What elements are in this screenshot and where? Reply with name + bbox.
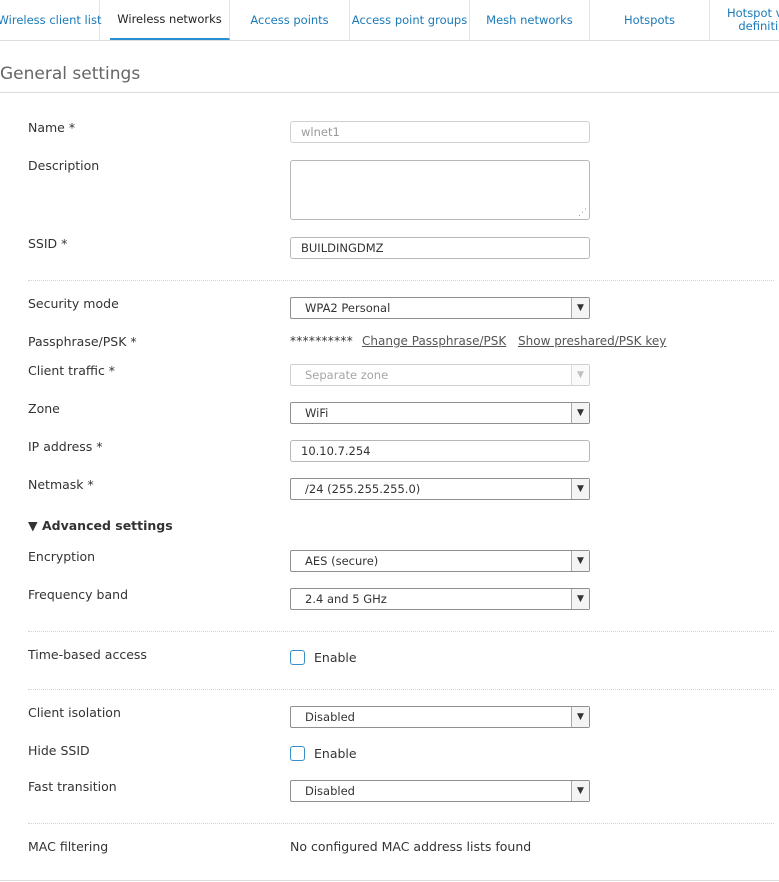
change-passphrase-link[interactable]: Change Passphrase/PSK [362, 334, 506, 348]
chevron-down-icon: ▼ [571, 365, 589, 385]
tab-hotspot-voucher-definitions[interactable]: Hotspot vo definiti [710, 0, 779, 40]
netmask-label: Netmask * [28, 477, 94, 492]
chevron-down-icon: ▼ [571, 551, 589, 571]
ip-address-label: IP address * [28, 439, 103, 454]
tab-mesh-networks[interactable]: Mesh networks [470, 0, 590, 40]
hide-ssid-enable-label[interactable]: Enable [314, 746, 357, 761]
chevron-down-icon: ▼ [571, 479, 589, 499]
bottom-divider [0, 880, 779, 881]
chevron-down-icon: ▼ [571, 403, 589, 423]
tab-wireless-networks[interactable]: Wireless networks [110, 0, 230, 40]
mac-filtering-label: MAC filtering [28, 839, 109, 854]
name-label: Name * [28, 120, 76, 135]
show-psk-link[interactable]: Show preshared/PSK key [518, 334, 666, 348]
time-based-access-label: Time-based access [28, 647, 147, 662]
chevron-down-icon: ▼ [571, 781, 589, 801]
description-label: Description [28, 158, 100, 173]
frequency-band-select[interactable]: 2.4 and 5 GHz ▼ [290, 588, 590, 610]
encryption-value: AES (secure) [305, 554, 379, 568]
client-traffic-value: Separate zone [305, 368, 389, 382]
ssid-input[interactable]: BUILDINGDMZ [290, 237, 590, 259]
zone-value: WiFi [305, 406, 329, 420]
ip-address-input[interactable]: 10.10.7.254 [290, 440, 590, 462]
time-based-access-checkbox[interactable] [290, 650, 305, 665]
client-isolation-label: Client isolation [28, 705, 121, 720]
name-input[interactable]: wlnet1 [290, 121, 590, 143]
client-traffic-label: Client traffic * [28, 363, 116, 378]
tab-bar: Wireless client list Wireless networks A… [0, 0, 779, 41]
description-textarea[interactable]: ⋰ [290, 160, 590, 220]
encryption-label: Encryption [28, 549, 96, 564]
advanced-settings-toggle[interactable]: ▼ Advanced settings [28, 518, 173, 533]
tab-access-point-groups[interactable]: Access point groups [350, 0, 470, 40]
client-traffic-select: Separate zone ▼ [290, 364, 590, 386]
passphrase-label: Passphrase/PSK * [28, 334, 137, 349]
divider [28, 689, 774, 690]
chevron-down-icon: ▼ [571, 589, 589, 609]
tab-access-points[interactable]: Access points [230, 0, 350, 40]
frequency-band-value: 2.4 and 5 GHz [305, 592, 387, 606]
ssid-label: SSID * [28, 236, 68, 251]
security-mode-select[interactable]: WPA2 Personal ▼ [290, 297, 590, 319]
frequency-band-label: Frequency band [28, 587, 128, 602]
resize-grip-icon[interactable]: ⋰ [578, 209, 587, 218]
tab-hotspots[interactable]: Hotspots [590, 0, 710, 40]
client-isolation-value: Disabled [305, 710, 355, 724]
zone-select[interactable]: WiFi ▼ [290, 402, 590, 424]
zone-label: Zone [28, 401, 60, 416]
tab-wireless-client-list[interactable]: Wireless client list [0, 0, 101, 40]
netmask-select[interactable]: /24 (255.255.255.0) ▼ [290, 478, 590, 500]
mac-filtering-value: No configured MAC address lists found [290, 839, 532, 854]
netmask-value: /24 (255.255.255.0) [305, 482, 421, 496]
divider [28, 631, 774, 632]
chevron-down-icon: ▼ [571, 298, 589, 318]
time-based-access-enable-label[interactable]: Enable [314, 650, 357, 665]
divider [28, 280, 774, 281]
security-mode-value: WPA2 Personal [305, 301, 391, 315]
client-isolation-select[interactable]: Disabled ▼ [290, 706, 590, 728]
hide-ssid-checkbox[interactable] [290, 746, 305, 761]
fast-transition-select[interactable]: Disabled ▼ [290, 780, 590, 802]
security-mode-label: Security mode [28, 296, 119, 311]
fast-transition-label: Fast transition [28, 779, 117, 794]
divider [28, 823, 774, 824]
hide-ssid-label: Hide SSID [28, 743, 90, 758]
fast-transition-value: Disabled [305, 784, 355, 798]
section-divider [0, 92, 779, 93]
section-title: General settings [0, 64, 141, 84]
passphrase-masked: ********** [290, 334, 353, 348]
encryption-select[interactable]: AES (secure) ▼ [290, 550, 590, 572]
chevron-down-icon: ▼ [571, 707, 589, 727]
